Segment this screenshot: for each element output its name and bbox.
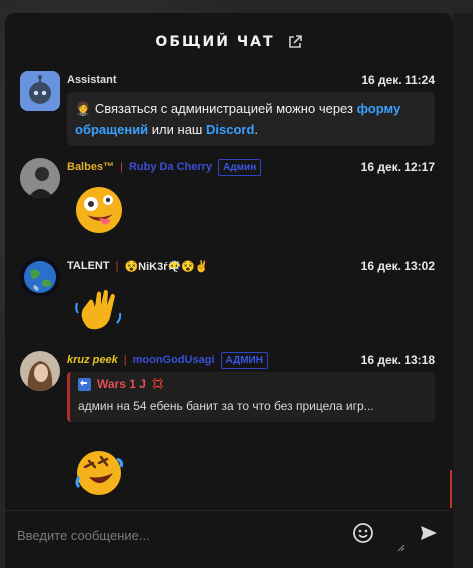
author-nick[interactable]: Ruby Da Cherry bbox=[129, 161, 212, 173]
author-name[interactable]: TALENT bbox=[67, 260, 110, 272]
person-in-suit-emoji: 🤵 bbox=[75, 101, 92, 116]
scrollbar[interactable] bbox=[453, 13, 473, 568]
message-item: Assistant 16 дек. 11:24 🤵 Связаться с ад… bbox=[5, 71, 453, 146]
external-link-icon[interactable] bbox=[287, 34, 303, 50]
admin-badge: Админ bbox=[218, 158, 262, 176]
send-icon[interactable] bbox=[419, 523, 439, 543]
reply-quote[interactable]: Wars 1 J 💢 админ на 54 ебень банит за то… bbox=[67, 372, 435, 422]
separator: | bbox=[115, 260, 119, 272]
smiley-icon[interactable] bbox=[352, 522, 374, 544]
chat-title: ОБЩИЙ ЧАТ bbox=[155, 34, 275, 50]
message-time: 16 дек. 11:24 bbox=[361, 73, 435, 87]
avatar bbox=[20, 71, 60, 111]
discord-link[interactable]: Discord bbox=[206, 122, 254, 137]
avatar bbox=[20, 257, 60, 297]
avatar bbox=[20, 158, 60, 198]
message-input[interactable] bbox=[15, 521, 339, 549]
waving-hand-emoji bbox=[75, 289, 122, 330]
badge-icon: 💢 bbox=[151, 378, 165, 390]
message-time: 16 дек. 13:02 bbox=[360, 259, 435, 273]
author-name[interactable]: Balbes™ bbox=[67, 161, 114, 173]
author-name[interactable]: Assistant bbox=[67, 74, 117, 86]
author-name[interactable]: kruz peek bbox=[67, 354, 118, 366]
earth-avatar-icon bbox=[20, 257, 60, 297]
author-nick[interactable]: moonGodUsagi bbox=[133, 354, 215, 366]
rolling-on-floor-laughing-emoji bbox=[75, 451, 123, 495]
reply-arrow-icon bbox=[78, 377, 91, 391]
avatar bbox=[20, 351, 60, 391]
resize-handle-icon[interactable] bbox=[397, 544, 405, 552]
reply-text: админ на 54 ебень банит за то что без пр… bbox=[78, 399, 374, 413]
robot-avatar-icon bbox=[20, 71, 60, 111]
author-nick[interactable]: 😵NiK3ŕ😶‍🌫️😵✌️ bbox=[124, 260, 208, 273]
message-composer bbox=[5, 510, 453, 557]
reply-author: Wars 1 J bbox=[97, 377, 146, 391]
message-item: TALENT | 😵NiK3ŕ😶‍🌫️😵✌️ 16 дек. 13:02 bbox=[5, 257, 453, 347]
user-photo-icon bbox=[20, 158, 60, 198]
separator: | bbox=[123, 354, 127, 366]
message-text: или наш bbox=[148, 122, 206, 137]
message-text: Связаться с администрацией можно через bbox=[94, 101, 357, 116]
scroll-position-marker bbox=[450, 470, 452, 508]
user-photo-icon bbox=[20, 351, 60, 391]
message-item: Balbes™ | Ruby Da Cherry Админ 16 дек. 1… bbox=[5, 158, 453, 248]
message-text: . bbox=[254, 122, 259, 137]
chat-panel: ОБЩИЙ ЧАТ Assistant 16 дек. 11:24 🤵 Связ… bbox=[5, 13, 453, 568]
chat-header: ОБЩИЙ ЧАТ bbox=[5, 13, 453, 71]
zany-face-emoji bbox=[76, 187, 122, 233]
message-time: 16 дек. 12:17 bbox=[360, 160, 435, 174]
message-time: 16 дек. 13:18 bbox=[360, 353, 435, 367]
message-item: kruz peek | moonGodUsagi АДМИН 16 дек. 1… bbox=[5, 351, 453, 501]
message-bubble: 🤵 Связаться с администрацией можно через… bbox=[67, 92, 435, 146]
admin-badge: АДМИН bbox=[220, 351, 268, 369]
separator: | bbox=[120, 161, 123, 173]
